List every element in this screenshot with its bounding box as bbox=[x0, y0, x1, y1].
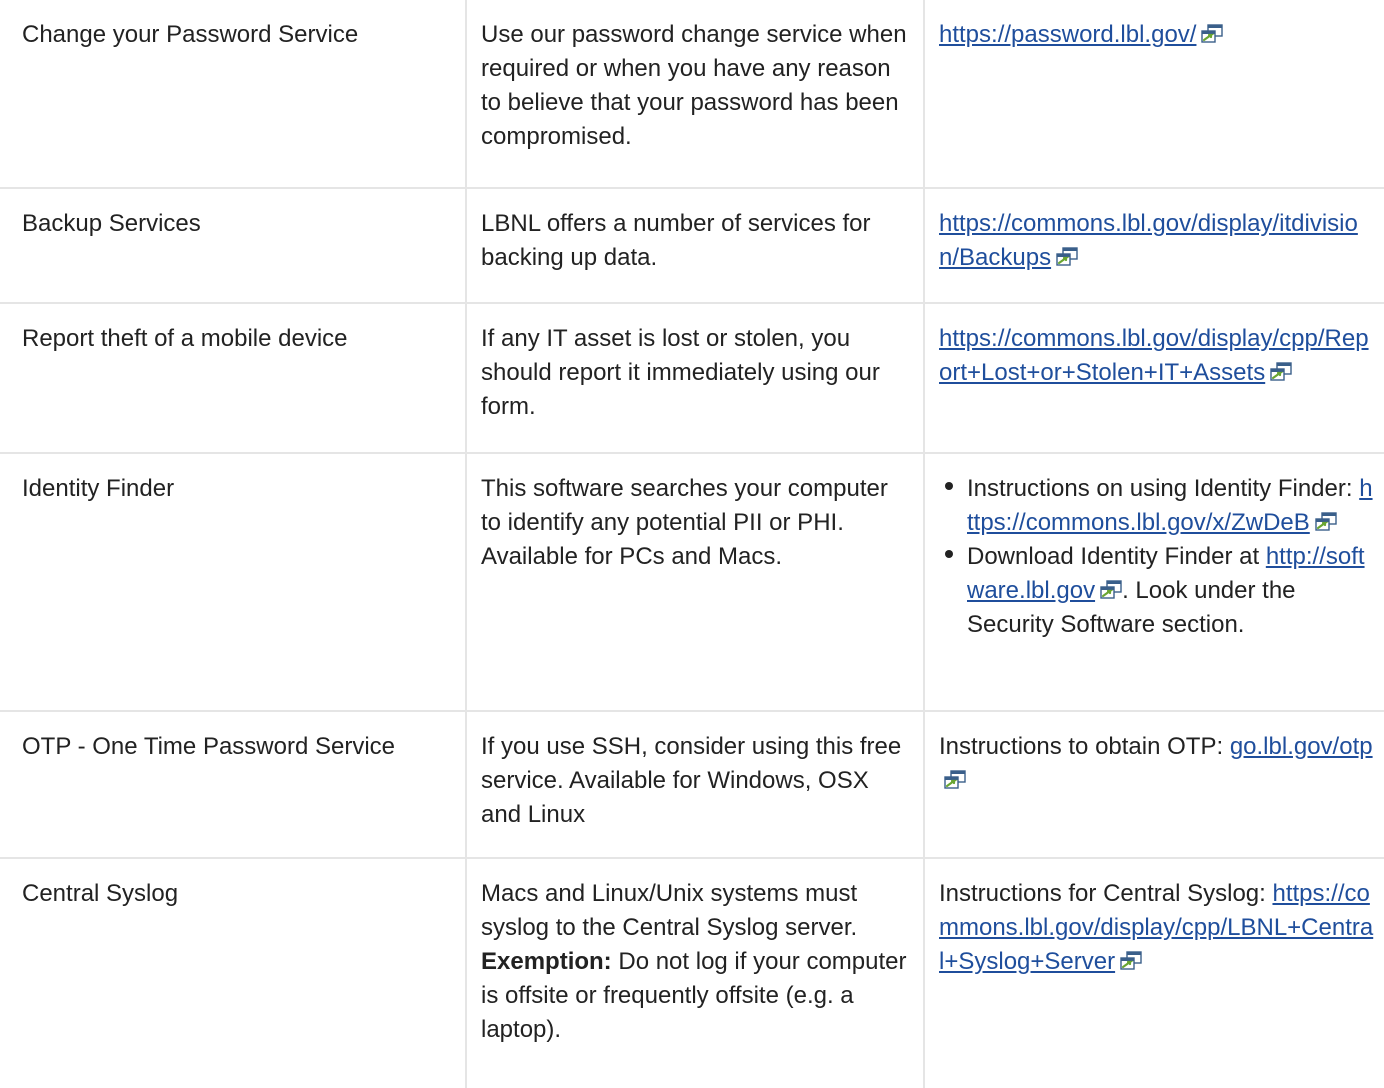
service-description: If you use SSH, consider using this free… bbox=[481, 733, 902, 828]
service-name: Identity Finder bbox=[22, 475, 175, 502]
external-link-icon bbox=[1270, 362, 1292, 382]
service-name: Change your Password Service bbox=[22, 21, 359, 48]
service-name-cell: Report theft of a mobile device bbox=[0, 302, 467, 453]
link-cell: https://commons.lbl.gov/display/cpp/Repo… bbox=[924, 302, 1384, 453]
table-row: Report theft of a mobile device If any I… bbox=[0, 302, 1384, 453]
service-description: Use our password change service when req… bbox=[481, 21, 907, 150]
description-cell: If you use SSH, consider using this free… bbox=[466, 710, 925, 858]
external-link-icon bbox=[1056, 247, 1078, 267]
service-description: LBNL offers a number of services for bac… bbox=[481, 210, 871, 271]
report-theft-link[interactable]: https://commons.lbl.gov/display/cpp/Repo… bbox=[939, 325, 1369, 386]
external-link-icon bbox=[1100, 580, 1122, 600]
external-link-icon bbox=[1315, 512, 1337, 532]
exemption-label: Exemption: bbox=[481, 948, 612, 975]
service-name-cell: OTP - One Time Password Service bbox=[0, 710, 467, 858]
link-cell: https://commons.lbl.gov/display/itdivisi… bbox=[924, 187, 1384, 303]
identity-finder-list: Instructions on using Identity Finder: h… bbox=[939, 472, 1374, 642]
list-item: Download Identity Finder at http://softw… bbox=[945, 540, 1374, 642]
service-name-cell: Identity Finder bbox=[0, 452, 467, 711]
link-cell: https://password.lbl.gov/ bbox=[924, 0, 1384, 188]
link-cell: Instructions for Central Syslog: https:/… bbox=[924, 857, 1384, 1088]
service-name-cell: Backup Services bbox=[0, 187, 467, 303]
service-name: Report theft of a mobile device bbox=[22, 325, 348, 352]
service-name-cell: Central Syslog bbox=[0, 857, 467, 1088]
service-name-cell: Change your Password Service bbox=[0, 0, 467, 188]
description-cell: Macs and Linux/Unix systems must syslog … bbox=[466, 857, 925, 1088]
external-link-icon bbox=[1201, 24, 1224, 44]
external-link-icon bbox=[944, 770, 966, 790]
description-cell: LBNL offers a number of services for bac… bbox=[466, 187, 925, 303]
table-row: Change your Password Service Use our pas… bbox=[0, 0, 1384, 188]
description-cell: This software searches your computer to … bbox=[466, 452, 925, 711]
table-row: Central Syslog Macs and Linux/Unix syste… bbox=[0, 857, 1384, 1088]
service-description: Macs and Linux/Unix systems must syslog … bbox=[481, 880, 858, 941]
service-description: This software searches your computer to … bbox=[481, 475, 888, 570]
table-row: Identity Finder This software searches y… bbox=[0, 452, 1384, 711]
services-table: Change your Password Service Use our pas… bbox=[0, 0, 1384, 1088]
table-row: OTP - One Time Password Service If you u… bbox=[0, 710, 1384, 858]
link-cell: Instructions on using Identity Finder: h… bbox=[924, 452, 1384, 711]
password-service-link[interactable]: https://password.lbl.gov/ bbox=[939, 21, 1224, 48]
link-cell: Instructions to obtain OTP: go.lbl.gov/o… bbox=[924, 710, 1384, 858]
description-cell: Use our password change service when req… bbox=[466, 0, 925, 188]
external-link-icon bbox=[1120, 951, 1142, 971]
service-name: Backup Services bbox=[22, 210, 201, 237]
service-description: If any IT asset is lost or stolen, you s… bbox=[481, 325, 880, 420]
service-name: OTP - One Time Password Service bbox=[22, 733, 396, 760]
description-cell: If any IT asset is lost or stolen, you s… bbox=[466, 302, 925, 453]
backup-services-link[interactable]: https://commons.lbl.gov/display/itdivisi… bbox=[939, 210, 1358, 271]
service-name: Central Syslog bbox=[22, 880, 179, 907]
list-item: Instructions on using Identity Finder: h… bbox=[945, 472, 1374, 540]
table-row: Backup Services LBNL offers a number of … bbox=[0, 187, 1384, 303]
